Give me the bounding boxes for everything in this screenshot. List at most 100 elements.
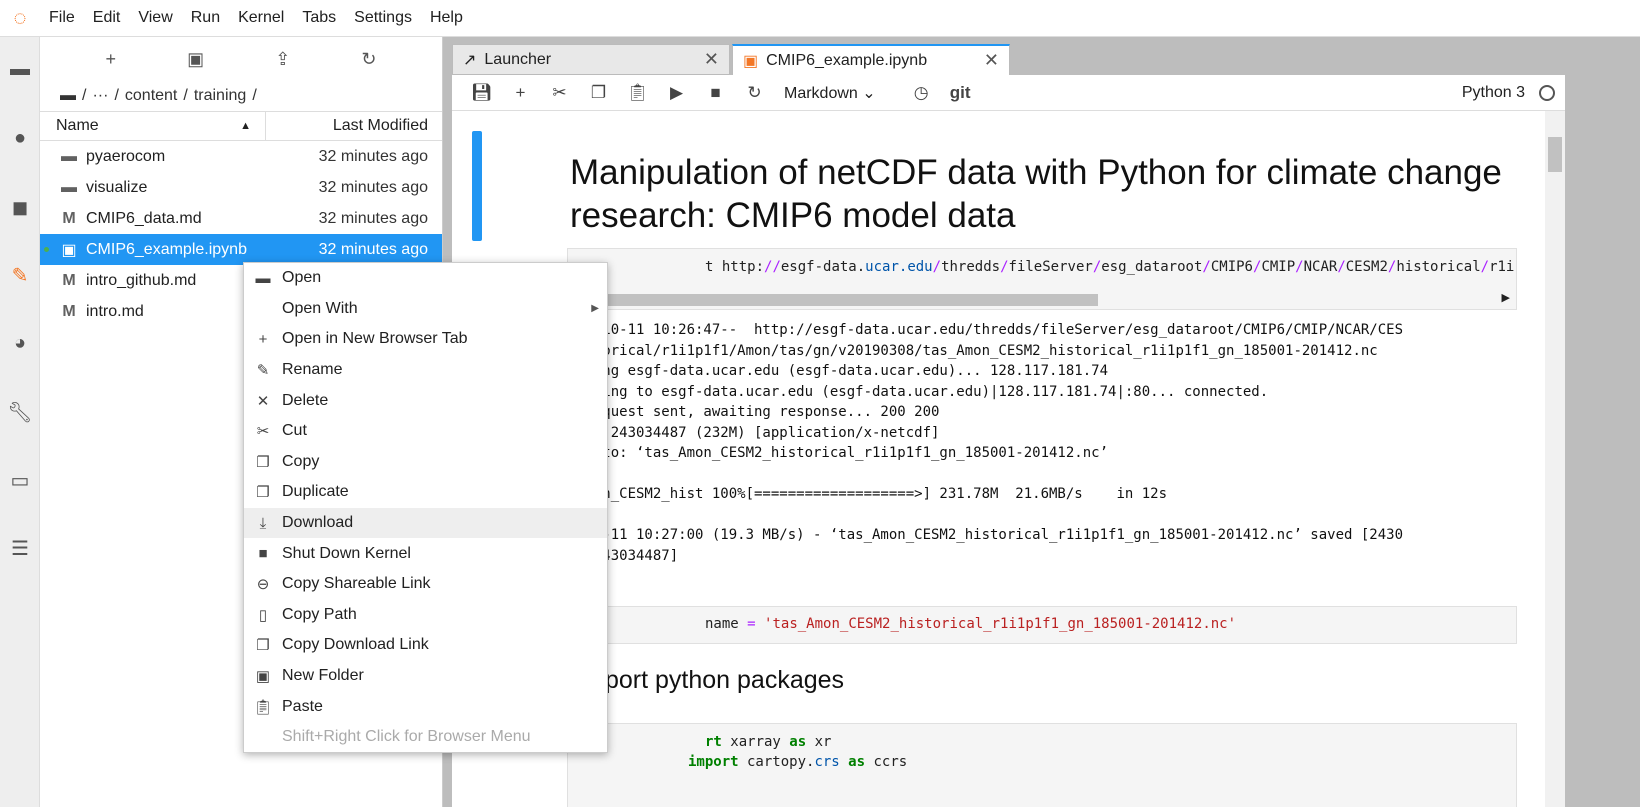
add-cell-icon[interactable]: +	[501, 83, 540, 103]
output-line: lving esgf-data.ucar.edu (esgf-data.ucar…	[577, 363, 1109, 379]
context-menu-item-paste[interactable]: 📋︎ Paste	[244, 691, 607, 722]
menu-item-label: Paste	[282, 697, 323, 715]
cut-icon[interactable]: ✂	[540, 83, 579, 103]
context-menu-item-copy-path[interactable]: ▯ Copy Path	[244, 600, 607, 631]
context-menu-item-copy[interactable]: ❐ Copy	[244, 447, 607, 478]
menu-kernel[interactable]: Kernel	[229, 9, 293, 27]
menu-view[interactable]: View	[129, 9, 181, 27]
breadcrumb-training[interactable]: training	[194, 87, 246, 105]
breadcrumb-content[interactable]: content	[125, 87, 177, 105]
save-icon[interactable]: 💾︎	[462, 83, 501, 103]
file-modified: 32 minutes ago	[318, 178, 428, 196]
menu-item-label: Shift+Right Click for Browser Menu	[282, 728, 531, 746]
url-part: edu	[907, 259, 933, 275]
notebook-toolbar: 💾︎ + ✂ ❐ 📋︎ ▶ ■ ↻ Markdown ⌄ ◷ git Pytho…	[452, 75, 1565, 111]
github-icon[interactable]: ●	[0, 118, 40, 158]
clock-icon[interactable]: ◷	[902, 83, 941, 103]
home-folder-icon[interactable]: ▬	[60, 87, 76, 105]
menu-help[interactable]: Help	[421, 9, 472, 27]
cell-type-select[interactable]: Markdown ⌄	[784, 83, 876, 103]
context-menu-item-delete[interactable]: ✕ Delete	[244, 385, 607, 416]
restart-icon[interactable]: ↻	[735, 83, 774, 103]
context-menu-item-shut-down-kernel[interactable]: ■ Shut Down Kernel	[244, 538, 607, 569]
file-modified: 32 minutes ago	[318, 147, 428, 165]
active-cell-indicator	[472, 131, 482, 241]
tab-launcher[interactable]: ↗ Launcher ✕	[452, 44, 730, 75]
upload-button[interactable]: ⇪	[275, 49, 290, 70]
context-menu-item-copy-download-link[interactable]: ❐ Copy Download Link	[244, 630, 607, 661]
file-row[interactable]: ▣ CMIP6_example.ipynb 32 minutes ago	[40, 234, 442, 265]
file-name: CMIP6_data.md	[86, 209, 202, 227]
plus-icon: +	[258, 330, 268, 348]
folder-icon[interactable]: ▬	[0, 49, 40, 89]
context-menu-item-cut[interactable]: ✂ Cut	[244, 416, 607, 447]
run-icon[interactable]: ▶	[657, 83, 696, 103]
cut-icon: ✂	[256, 423, 270, 441]
context-menu: ▬ Open Open With ▶ + Open in New Browser Tab ✎…	[243, 262, 608, 753]
new-folder-button[interactable]: ▣	[187, 49, 204, 70]
output-line: th: 243034487 (232M) [application/x-netc…	[577, 424, 940, 441]
duplicate-icon: ❐	[256, 484, 270, 502]
menu-tabs[interactable]: Tabs	[293, 9, 345, 27]
close-icon: ✕	[256, 392, 270, 410]
paste-icon[interactable]: 📋︎	[618, 83, 657, 103]
menu-item-label: Copy	[282, 452, 320, 470]
new-launcher-button[interactable]: +	[106, 49, 117, 70]
kernel-name[interactable]: Python 3	[1462, 84, 1525, 102]
context-menu-item-open[interactable]: ▬ Open	[244, 263, 607, 294]
vertical-scrollbar[interactable]	[1545, 111, 1565, 807]
wrench-icon[interactable]: 🔧︎	[0, 392, 40, 432]
running-indicator	[44, 247, 49, 252]
context-menu-item-copy-shareable-link[interactable]: ⊖ Copy Shareable Link	[244, 569, 607, 600]
url-part: NCAR	[1303, 259, 1338, 275]
horizontal-scrollbar[interactable]: ▶	[568, 291, 1516, 309]
menu-file[interactable]: File	[40, 9, 84, 27]
menu-run[interactable]: Run	[182, 9, 229, 27]
notebook-icon: ▣	[743, 52, 759, 70]
breadcrumb-ellipsis[interactable]: ···	[92, 87, 108, 105]
refresh-button[interactable]: ↻	[361, 49, 376, 70]
code-cell-filename[interactable]: name = 'tas_Amon_CESM2_historical_r1i1p1…	[567, 606, 1517, 644]
scroll-right-icon[interactable]: ▶	[1502, 291, 1510, 304]
stop-icon[interactable]: ■	[696, 83, 735, 103]
tab-notebook[interactable]: ▣ CMIP6_example.ipynb ✕	[732, 44, 1010, 75]
git-button[interactable]: git	[941, 83, 980, 103]
output-line: ng to: ‘tas_Amon_CESM2_historical_r1i1p1…	[577, 445, 1109, 461]
palette-icon[interactable]: ◕	[0, 323, 40, 363]
context-menu-item-download[interactable]: ⤓ Download	[244, 507, 607, 539]
file-row[interactable]: ▬ pyaerocom 32 minutes ago	[40, 141, 442, 172]
code-cell-imports[interactable]: rt xarray as xr import cartopy.crs as ccr…	[567, 723, 1517, 807]
menu-edit[interactable]: Edit	[84, 9, 130, 27]
file-row[interactable]: M CMIP6_data.md 32 minutes ago	[40, 203, 442, 234]
close-tab-icon[interactable]: ✕	[704, 49, 719, 70]
file-row[interactable]: ▬ visualize 32 minutes ago	[40, 172, 442, 203]
markdown-icon: M	[62, 271, 76, 289]
close-tab-icon[interactable]: ✕	[984, 50, 999, 71]
context-menu-item-open-in-new-browser-tab[interactable]: + Open in New Browser Tab	[244, 324, 607, 355]
file-icon: ▯	[258, 606, 268, 624]
notebook-panel: 💾︎ + ✂ ❐ 📋︎ ▶ ■ ↻ Markdown ⌄ ◷ git Pytho…	[452, 75, 1565, 807]
scrollbar-thumb[interactable]	[1548, 137, 1562, 172]
stop-circle-icon[interactable]: ◼	[0, 187, 40, 227]
context-menu-item-open-with[interactable]: Open With ▶	[244, 294, 607, 325]
file-modified: 32 minutes ago	[318, 240, 428, 258]
context-menu-item-rename[interactable]: ✎ Rename	[244, 355, 607, 386]
context-menu-item-duplicate[interactable]: ❐ Duplicate	[244, 477, 607, 508]
scrollbar-thumb[interactable]	[568, 294, 1098, 306]
jupyter-logo-icon: ◌	[13, 5, 27, 30]
menu-item-label: Shut Down Kernel	[282, 544, 411, 562]
tabs-icon[interactable]: ▭	[0, 460, 40, 500]
menu-item-label: Copy Download Link	[282, 636, 429, 654]
list-icon[interactable]: ☰	[0, 528, 40, 568]
edit-icon: ✎	[256, 362, 270, 380]
url-part: /	[1202, 259, 1211, 275]
paste-icon: 📋︎	[253, 698, 273, 716]
copy-icon[interactable]: ❐	[579, 83, 618, 103]
url-part: CESM2	[1345, 259, 1388, 275]
context-menu-item-new-folder[interactable]: ▣ New Folder	[244, 661, 607, 692]
modified-column-header[interactable]: Last Modified	[266, 117, 442, 135]
submenu-arrow-icon: ▶	[591, 303, 599, 315]
name-column-header[interactable]: Name ▲	[40, 112, 266, 140]
extension-icon[interactable]: ✎	[0, 255, 40, 295]
menu-settings[interactable]: Settings	[345, 9, 421, 27]
